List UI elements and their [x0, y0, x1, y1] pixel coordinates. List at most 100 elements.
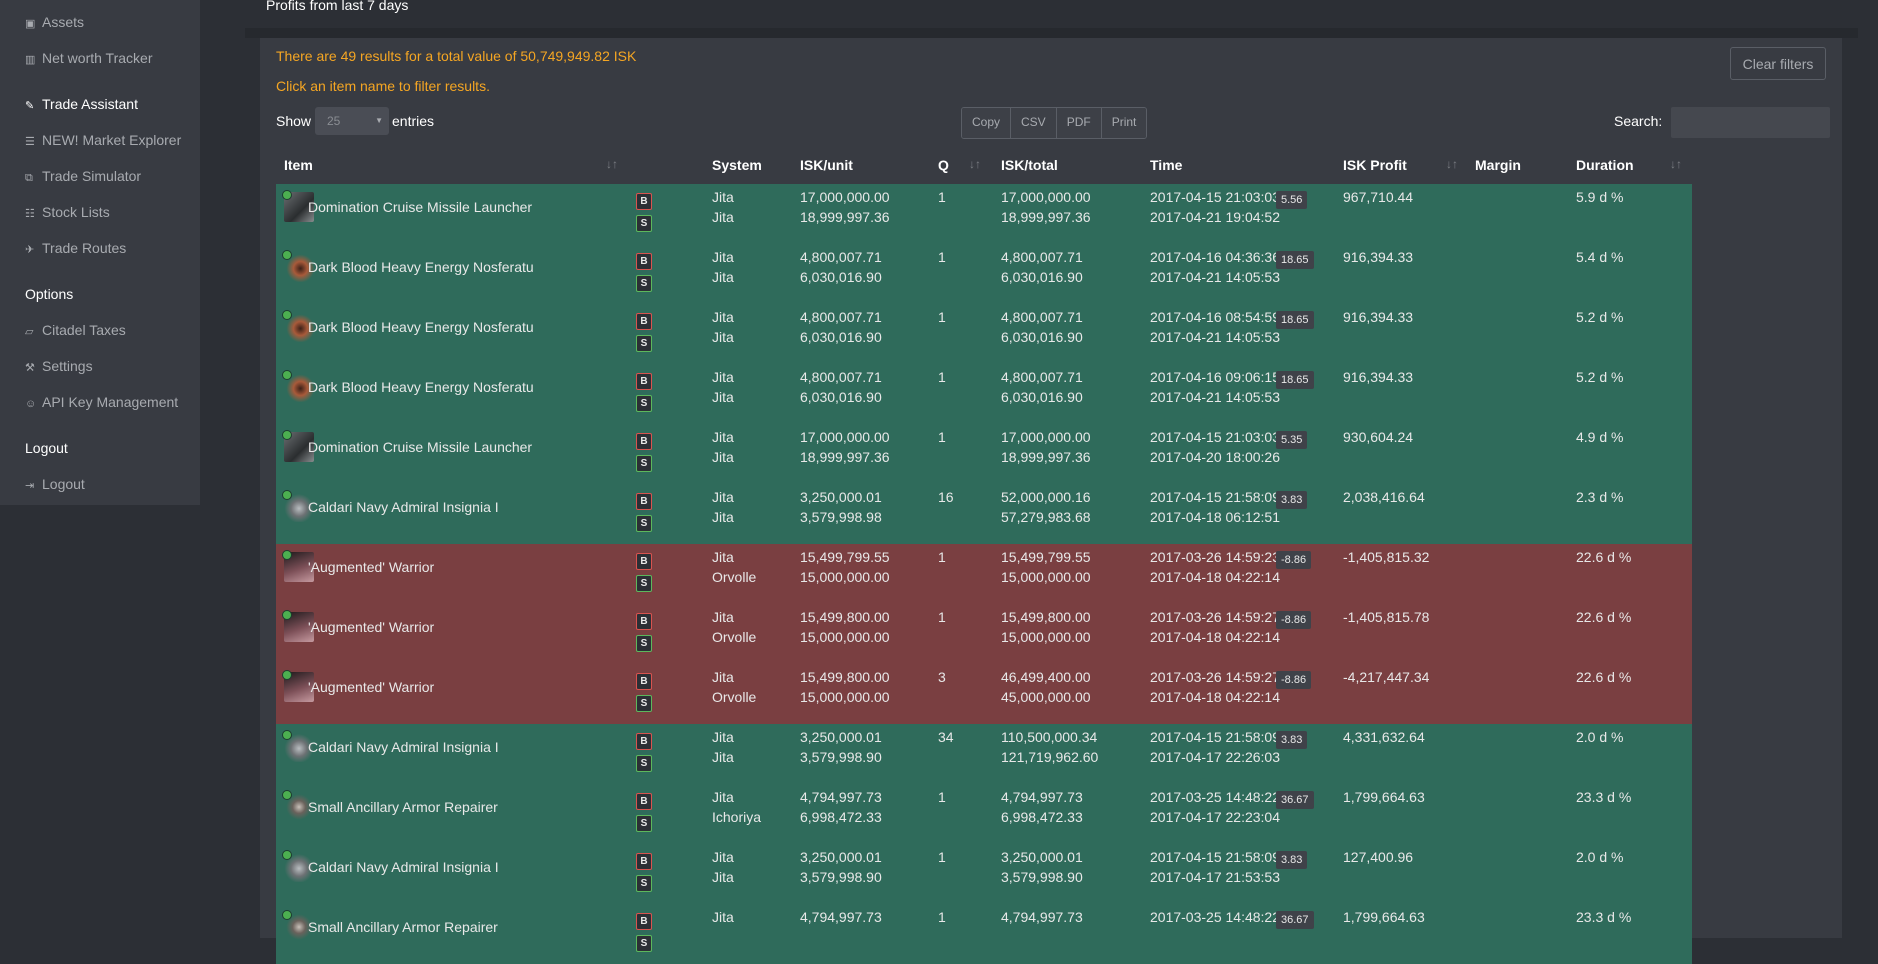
- item-name[interactable]: Domination Cruise Missile Launcher: [308, 197, 532, 217]
- system-sell: Jita: [712, 269, 734, 285]
- sort-icon[interactable]: ↓↑: [1670, 157, 1682, 171]
- col-system[interactable]: System: [712, 157, 762, 173]
- meta-level-icon: [282, 190, 292, 200]
- margin-badge: 3.83: [1276, 491, 1308, 509]
- time-buy: 2017-04-15 21:03:03: [1150, 429, 1280, 445]
- sidebar-item-citadel-taxes[interactable]: ▱ Citadel Taxes: [25, 322, 126, 338]
- system-sell: Jita: [712, 389, 734, 405]
- time-sell: 2017-04-21 19:04:52: [1150, 209, 1280, 225]
- isk-unit-buy: 15,499,800.00: [800, 609, 890, 625]
- isk-unit-sell: 6,030,016.90: [800, 269, 882, 285]
- isk-profit: 916,394.33: [1343, 309, 1414, 325]
- item-name[interactable]: 'Augmented' Warrior: [308, 557, 434, 577]
- buy-badge: B: [636, 733, 652, 750]
- isk-profit: 916,394.33: [1343, 369, 1414, 385]
- sidebar-item-api-key-management[interactable]: ☺ API Key Management: [25, 394, 178, 410]
- isk-profit: -1,405,815.78: [1343, 609, 1430, 625]
- time-sell: 2017-04-21 14:05:53: [1150, 329, 1280, 345]
- table-row: Dark Blood Heavy Energy Nosferatu Jita Jit…: [276, 244, 1692, 304]
- isk-profit: -4,217,447.34: [1343, 669, 1430, 685]
- col-isk-profit[interactable]: ISK Profit: [1343, 157, 1407, 173]
- isk-total-buy: 4,800,007.71: [1001, 249, 1083, 265]
- copy-button[interactable]: Copy: [962, 108, 1012, 138]
- margin-badge: 36.67: [1276, 911, 1314, 929]
- item-name[interactable]: Caldari Navy Admiral Insignia I: [308, 737, 499, 757]
- isk-total-buy: 4,794,997.73: [1001, 909, 1083, 925]
- entries-select[interactable]: 25 ▼: [315, 107, 389, 135]
- time-sell: 2017-04-21 14:05:53: [1150, 269, 1280, 285]
- sidebar-item-net-worth-tracker[interactable]: ▥ Net worth Tracker: [25, 50, 152, 66]
- margin-badge: 5.56: [1276, 191, 1308, 209]
- sidebar-item-market-explorer[interactable]: ☰ NEW! Market Explorer: [25, 132, 181, 148]
- isk-unit-buy: 4,794,997.73: [800, 909, 882, 925]
- buy-badge: B: [636, 253, 652, 270]
- search-input[interactable]: [1671, 107, 1830, 138]
- duration: 5.2 d %: [1576, 369, 1624, 385]
- system-buy: Jita: [712, 489, 734, 505]
- quantity: 1: [938, 309, 946, 325]
- col-isk-total[interactable]: ISK/total: [1001, 157, 1058, 173]
- sort-icon[interactable]: ↓↑: [1446, 157, 1458, 171]
- item-name[interactable]: Caldari Navy Admiral Insignia I: [308, 497, 499, 517]
- system-sell: Jita: [712, 509, 734, 525]
- col-isk-unit[interactable]: ISK/unit: [800, 157, 853, 173]
- time-buy: 2017-04-16 04:36:36: [1150, 249, 1280, 265]
- sidebar-item-label: Stock Lists: [42, 204, 110, 220]
- isk-unit-buy: 4,794,997.73: [800, 789, 882, 805]
- system-buy: Jita: [712, 729, 734, 745]
- margin-badge: -8.86: [1276, 551, 1312, 569]
- time-sell: 2017-04-17 22:26:03: [1150, 749, 1280, 765]
- csv-button[interactable]: CSV: [1011, 108, 1057, 138]
- system-sell: Orvolle: [712, 569, 757, 585]
- sort-icon[interactable]: ↓↑: [969, 157, 981, 171]
- table-row: 'Augmented' Warrior Jita Orvolle 15,499,800…: [276, 604, 1692, 664]
- sell-badge: S: [636, 275, 652, 292]
- print-button[interactable]: Print: [1101, 108, 1147, 138]
- isk-total-sell: 3,579,998.90: [1001, 869, 1083, 885]
- item-name[interactable]: 'Augmented' Warrior: [308, 617, 434, 637]
- margin-badge: 5.35: [1276, 431, 1308, 449]
- item-name[interactable]: 'Augmented' Warrior: [308, 677, 434, 697]
- results-summary: There are 49 results for a total value o…: [276, 48, 637, 64]
- sidebar-item-trade-routes[interactable]: ✈ Trade Routes: [25, 240, 126, 256]
- sidebar-item-trade-simulator[interactable]: ⧉ Trade Simulator: [25, 168, 141, 185]
- isk-unit-sell: 15,000,000.00: [800, 629, 890, 645]
- item-name[interactable]: Dark Blood Heavy Energy Nosferatu: [308, 257, 534, 277]
- sidebar-item-settings[interactable]: ⚒ Settings: [25, 358, 93, 374]
- time-sell: 2017-04-21 14:05:53: [1150, 389, 1280, 405]
- list-icon: ☷: [25, 208, 35, 220]
- quantity: 1: [938, 549, 946, 565]
- quantity: 3: [938, 669, 946, 685]
- sidebar-item-assets[interactable]: ▣ Assets: [25, 14, 84, 30]
- col-margin[interactable]: Margin: [1475, 157, 1521, 173]
- duration: 5.4 d %: [1576, 249, 1624, 265]
- item-name[interactable]: Caldari Navy Admiral Insignia I: [308, 857, 499, 877]
- meta-level-icon: [282, 430, 292, 440]
- sidebar-item-label: Trade Simulator: [42, 168, 142, 184]
- sidebar-item-logout[interactable]: ⇥ Logout: [25, 476, 85, 492]
- col-item[interactable]: Item: [284, 157, 313, 173]
- sidebar-item-trade-assistant[interactable]: ✎ Trade Assistant: [25, 96, 138, 112]
- meta-level-icon: [282, 550, 292, 560]
- item-name[interactable]: Small Ancillary Armor Repairer: [308, 797, 498, 817]
- isk-total-sell: 57,279,983.68: [1001, 509, 1091, 525]
- item-name[interactable]: Dark Blood Heavy Energy Nosferatu: [308, 317, 534, 337]
- col-q[interactable]: Q: [938, 157, 949, 173]
- sell-badge: S: [636, 875, 652, 892]
- meta-level-icon: [282, 790, 292, 800]
- clear-filters-button[interactable]: Clear filters: [1730, 47, 1826, 80]
- isk-profit: 127,400.96: [1343, 849, 1414, 865]
- database-icon: ☰: [25, 136, 35, 148]
- system-sell: Ichoriya: [712, 809, 762, 825]
- isk-total-buy: 3,250,000.01: [1001, 849, 1083, 865]
- col-time[interactable]: Time: [1150, 157, 1182, 173]
- sort-icon[interactable]: ↓↑: [606, 157, 618, 171]
- duration: 23.3 d %: [1576, 909, 1632, 925]
- item-name[interactable]: Domination Cruise Missile Launcher: [308, 437, 532, 457]
- pdf-button[interactable]: PDF: [1056, 108, 1102, 138]
- item-name[interactable]: Small Ancillary Armor Repairer: [308, 917, 498, 937]
- item-name[interactable]: Dark Blood Heavy Energy Nosferatu: [308, 377, 534, 397]
- col-duration[interactable]: Duration: [1576, 157, 1634, 173]
- sidebar-item-stock-lists[interactable]: ☷ Stock Lists: [25, 204, 110, 220]
- time-buy: 2017-04-15 21:58:09: [1150, 729, 1280, 745]
